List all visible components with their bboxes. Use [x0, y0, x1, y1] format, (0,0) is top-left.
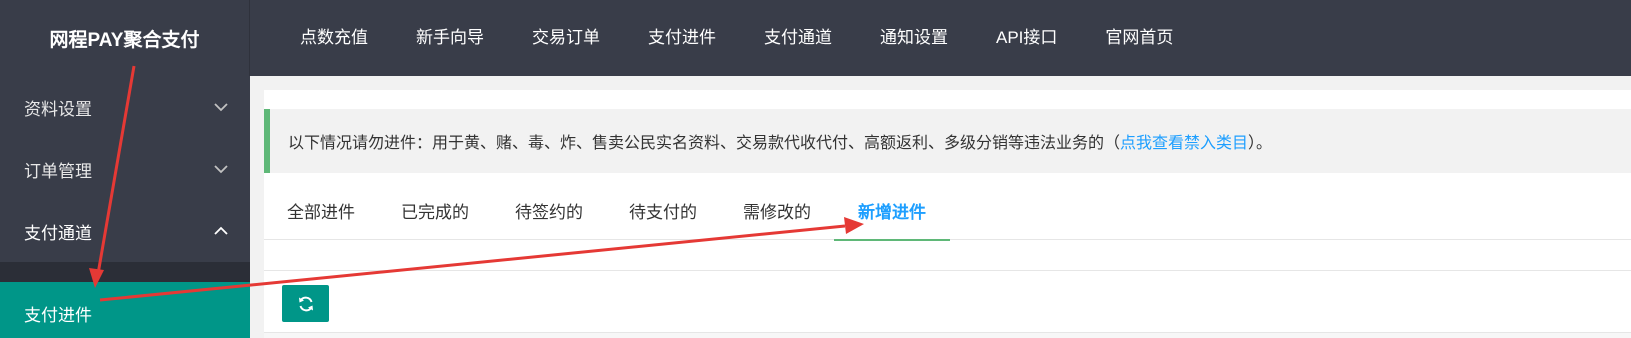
- tab-completed[interactable]: 已完成的: [378, 186, 492, 240]
- top-nav-channels[interactable]: 支付通道: [740, 0, 856, 76]
- top-nav-guide[interactable]: 新手向导: [392, 0, 508, 76]
- sidebar-item-channels[interactable]: 支付通道: [0, 200, 250, 262]
- refresh-icon: [298, 296, 313, 311]
- sidebar-submenu-gap: [0, 262, 250, 282]
- tab-needs-fix[interactable]: 需修改的: [720, 186, 834, 240]
- top-nav-notifications[interactable]: 通知设置: [856, 0, 972, 76]
- tab-pending-sign[interactable]: 待签约的: [492, 186, 606, 240]
- refresh-button[interactable]: [282, 285, 329, 322]
- top-header: 网程PAY聚合支付 点数充值 新手向导 交易订单 支付进件 支付通道 通知设置 …: [0, 0, 1631, 76]
- notice-banner: 以下情况请勿进件：用于黄、赌、毒、炸、售卖公民实名资料、交易款代收代付、高额返利…: [264, 109, 1631, 173]
- top-nav-recharge[interactable]: 点数充值: [276, 0, 392, 76]
- sidebar-item-profile[interactable]: 资料设置: [0, 76, 250, 138]
- app-logo[interactable]: 网程PAY聚合支付: [0, 0, 250, 76]
- tab-bar: 全部进件 已完成的 待签约的 待支付的 需修改的 新增进件: [264, 186, 1631, 241]
- sidebar-item-label: 订单管理: [24, 161, 92, 181]
- app-root: 网程PAY聚合支付 点数充值 新手向导 交易订单 支付进件 支付通道 通知设置 …: [0, 0, 1631, 338]
- sidebar-item-label: 支付通道: [24, 223, 92, 243]
- table-toolbar: [264, 270, 1631, 338]
- tab-new-onboarding[interactable]: 新增进件: [834, 186, 950, 241]
- sidebar-subitem-onboarding[interactable]: 支付进件: [0, 282, 250, 338]
- tab-pending-pay[interactable]: 待支付的: [606, 186, 720, 240]
- sidebar-item-orders[interactable]: 订单管理: [0, 138, 250, 200]
- notice-suffix: ）。: [1248, 135, 1273, 152]
- chevron-down-icon: [214, 165, 228, 174]
- main-content: 以下情况请勿进件：用于黄、赌、毒、炸、售卖公民实名资料、交易款代收代付、高额返利…: [264, 90, 1631, 338]
- sidebar: 资料设置 订单管理 支付通道 支付进件: [0, 76, 250, 338]
- table-header: [264, 332, 1631, 338]
- top-nav-homepage[interactable]: 官网首页: [1081, 0, 1197, 76]
- tab-all[interactable]: 全部进件: [264, 186, 378, 240]
- notice-text: 以下情况请勿进件：用于黄、赌、毒、炸、售卖公民实名资料、交易款代收代付、高额返利…: [288, 135, 1121, 152]
- top-nav-onboarding[interactable]: 支付进件: [624, 0, 740, 76]
- chevron-down-icon: [214, 103, 228, 112]
- top-nav-api[interactable]: API接口: [972, 0, 1081, 76]
- top-nav: 点数充值 新手向导 交易订单 支付进件 支付通道 通知设置 API接口 官网首页: [276, 0, 1197, 76]
- top-nav-orders[interactable]: 交易订单: [508, 0, 624, 76]
- notice-link[interactable]: 点我查看禁入类目: [1120, 129, 1248, 153]
- sidebar-item-label: 资料设置: [24, 99, 92, 119]
- chevron-up-icon: [214, 226, 228, 235]
